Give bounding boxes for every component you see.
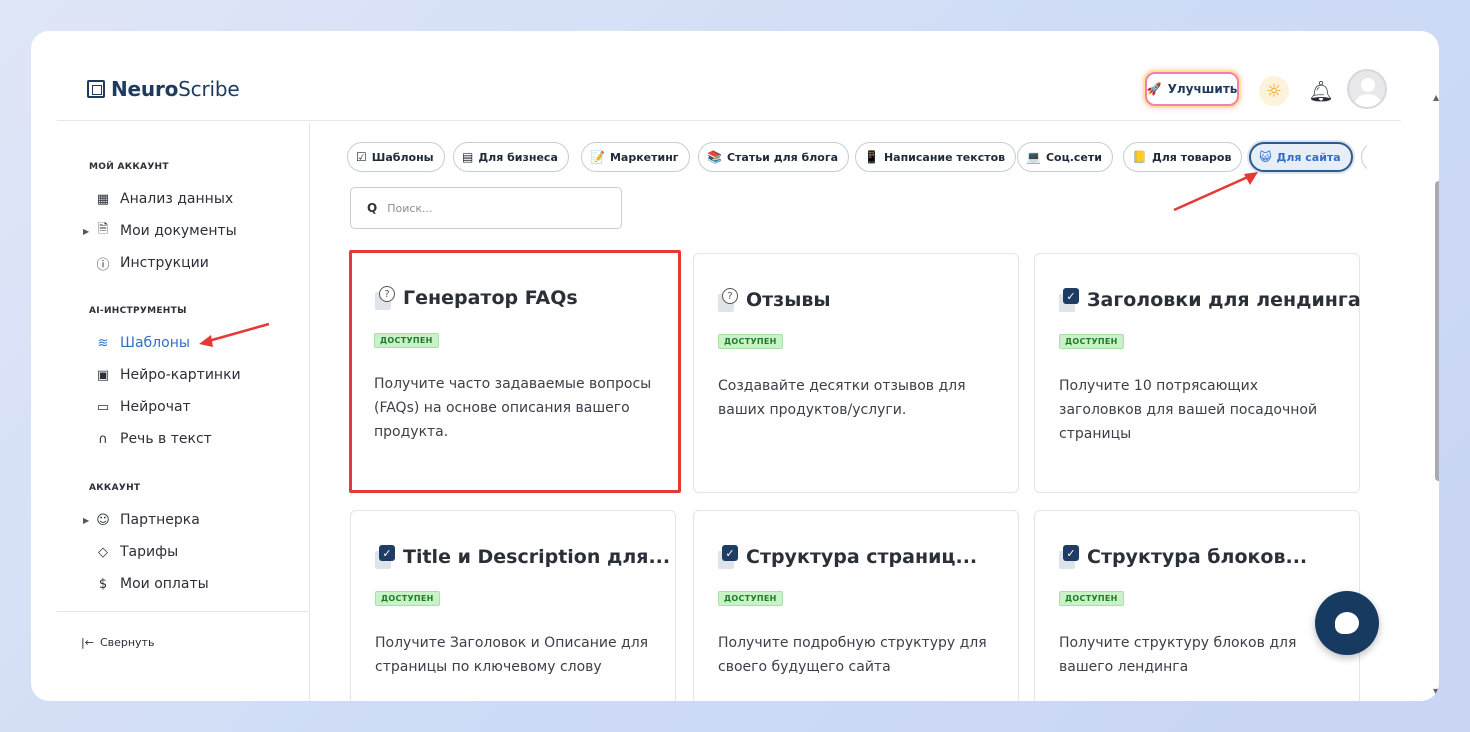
card-description: Получите Заголовок и Описание для страни…: [375, 635, 649, 675]
scroll-down-icon[interactable]: ▼: [1433, 687, 1439, 696]
dollar-icon: $: [98, 576, 108, 592]
card-description: Получите подробную структуру для своего …: [718, 635, 987, 675]
face-icon: 😺: [1259, 150, 1272, 164]
calendar-icon: ▤: [462, 150, 474, 164]
card-title: Структура блоков...: [1087, 546, 1308, 568]
question-icon: ?: [373, 286, 395, 310]
rocket-icon: 🚀: [1146, 82, 1162, 96]
chat-bubble-icon: [1335, 612, 1359, 634]
caret-right-icon[interactable]: ▶: [83, 227, 89, 236]
checkbox-icon: ✓: [1057, 545, 1079, 569]
chip-blog-articles[interactable]: 📚 Статьи для блога: [698, 142, 849, 172]
template-card-landing-headlines[interactable]: ✓ Заголовки для лендинга ДОСТУПЕН Получи…: [1034, 253, 1361, 493]
section-label-my-account: МОЙ АККАУНТ: [89, 162, 169, 172]
section-label-ai-tools: AI-ИНСТРУМЕНТЫ: [89, 306, 187, 316]
collapse-sidebar-button[interactable]: |← Свернуть: [81, 636, 154, 649]
chip-templates[interactable]: ☑ Шаблоны: [347, 142, 445, 172]
chat-icon: ▭: [96, 399, 110, 415]
template-card-title-description[interactable]: ✓ Title и Description для... ДОСТУПЕН По…: [350, 510, 676, 701]
status-badge: ДОСТУПЕН: [374, 333, 439, 348]
logo-text: NeuroScribe: [111, 77, 240, 101]
card-description: Получите 10 потрясающих заголовков для в…: [1059, 378, 1318, 442]
sidebar-item-neuro-images[interactable]: ▣ Нейро-картинки: [85, 364, 241, 386]
sidebar-item-instructions[interactable]: ⓘ Инструкции: [85, 252, 208, 274]
logo[interactable]: NeuroScribe: [87, 77, 240, 101]
memo-icon: 📝: [590, 150, 605, 164]
checkbox-icon: ✓: [1057, 288, 1079, 312]
template-card-faq[interactable]: ? Генератор FAQs ДОСТУПЕН Получите часто…: [349, 250, 681, 493]
sidebar-item-my-documents[interactable]: ▶ 🗎 Мои документы: [83, 220, 237, 242]
sidebar-item-templates[interactable]: ≋ Шаблоны: [85, 332, 190, 354]
layers-icon: ≋: [97, 335, 109, 351]
chip-copywriting[interactable]: 📱 Написание текстов: [855, 142, 1017, 172]
upgrade-button[interactable]: 🚀 Улучшить: [1145, 72, 1239, 106]
books-icon: 📚: [707, 150, 722, 164]
card-description: Получите структуру блоков для вашего лен…: [1059, 635, 1297, 675]
sidebar-item-data-analysis[interactable]: ▦ Анализ данных: [85, 188, 233, 210]
section-label-account: АККАУНТ: [89, 483, 141, 493]
sidebar-item-pricing[interactable]: ◇ Тарифы: [85, 541, 178, 563]
card-description: Создавайте десятки отзывов для ваших про…: [718, 378, 966, 418]
document-icon: 🗎: [97, 222, 109, 237]
scroll-up-icon[interactable]: ▲: [1433, 93, 1439, 102]
top-bar: NeuroScribe 🚀 Улучшить ☼ 🔔︎: [57, 31, 1401, 121]
search-box: Q: [350, 187, 622, 229]
chip-website[interactable]: 😺 Для сайта: [1249, 142, 1353, 172]
caret-right-icon[interactable]: ▶: [83, 516, 89, 525]
template-card-block-structure[interactable]: ✓ Структура блоков... ДОСТУПЕН Получите …: [1034, 510, 1360, 701]
search-input[interactable]: [387, 201, 588, 215]
sidebar-item-my-payments[interactable]: $ Мои оплаты: [85, 573, 209, 595]
card-title: Title и Description для...: [403, 546, 671, 568]
status-badge: ДОСТУПЕН: [1059, 591, 1124, 606]
card-title: Генератор FAQs: [403, 287, 578, 309]
tag-icon: ◇: [98, 544, 108, 560]
app-window: NeuroScribe 🚀 Улучшить ☼ 🔔︎ МОЙ АККАУНТ …: [31, 31, 1439, 701]
phone-icon: 📱: [864, 150, 879, 164]
card-title: Заголовки для лендинга: [1087, 289, 1361, 311]
scrollbar-thumb[interactable]: [1435, 181, 1439, 481]
checkbox-icon: ✓: [373, 545, 395, 569]
sidebar-divider: [57, 611, 310, 612]
sidebar-item-speech-to-text[interactable]: ∩ Речь в текст: [85, 428, 212, 450]
logo-icon: [87, 80, 105, 98]
chip-social[interactable]: 💻 Соц.сети: [1017, 142, 1113, 172]
chip-marketing[interactable]: 📝 Маркетинг: [581, 142, 690, 172]
ledger-icon: 📒: [1132, 150, 1147, 164]
sidebar-item-affiliate[interactable]: ▶ ☺ Партнерка: [83, 509, 200, 531]
collapse-left-icon: |←: [81, 636, 94, 649]
sidebar: МОЙ АККАУНТ ▦ Анализ данных ▶ 🗎 Мои доку…: [57, 122, 310, 701]
image-icon: ▣: [96, 367, 110, 383]
question-icon: ?: [716, 288, 738, 312]
checkbox-icon: ✓: [716, 545, 738, 569]
chip-next-partial[interactable]: [1361, 142, 1367, 172]
status-badge: ДОСТУПЕН: [375, 591, 440, 606]
laptop-icon: 💻: [1026, 150, 1041, 164]
status-badge: ДОСТУПЕН: [718, 591, 783, 606]
grid-icon: ▦: [96, 191, 110, 207]
status-badge: ДОСТУПЕН: [1059, 334, 1124, 349]
upgrade-label: Улучшить: [1167, 82, 1238, 96]
help-circle-icon: ⓘ: [96, 257, 110, 273]
chat-widget-button[interactable]: [1315, 591, 1379, 655]
theme-toggle-sun-icon[interactable]: ☼: [1259, 76, 1289, 106]
users-icon: ☺: [96, 512, 110, 528]
status-badge: ДОСТУПЕН: [718, 334, 783, 349]
chip-business[interactable]: ▤ Для бизнеса: [453, 142, 569, 172]
card-title: Структура страниц...: [746, 546, 978, 568]
card-title: Отзывы: [746, 289, 831, 311]
search-icon: Q: [367, 201, 378, 215]
checkbox-icon: ☑: [356, 150, 367, 164]
template-card-page-structure[interactable]: ✓ Структура страниц... ДОСТУПЕН Получите…: [693, 510, 1019, 701]
bell-icon[interactable]: 🔔︎: [1308, 77, 1333, 105]
category-chips: ☑ Шаблоны ▤ Для бизнеса 📝 Маркетинг 📚 Статьи…: [347, 140, 1367, 174]
headphones-icon: ∩: [98, 431, 108, 447]
card-description: Получите часто задаваемые вопросы (FAQs)…: [374, 376, 652, 440]
template-card-reviews[interactable]: ? Отзывы ДОСТУПЕН Создавайте десятки отз…: [693, 253, 1019, 493]
sidebar-item-neuro-chat[interactable]: ▭ Нейрочат: [85, 396, 191, 418]
chip-products[interactable]: 📒 Для товаров: [1123, 142, 1243, 172]
avatar[interactable]: [1347, 69, 1387, 109]
